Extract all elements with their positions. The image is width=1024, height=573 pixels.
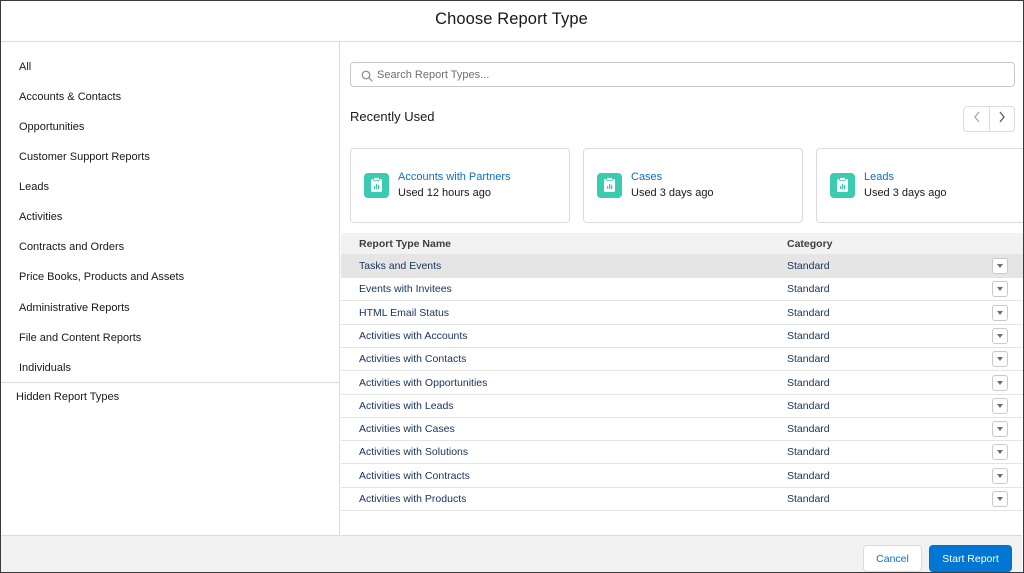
chevron-right-icon [998,110,1006,128]
sidebar-item-leads[interactable]: Leads [19,181,49,193]
recent-card-name[interactable]: Leads [864,171,894,183]
sidebar-item-activities[interactable]: Activities [19,211,62,223]
table-header: Report Type Name Category [341,233,1023,255]
dialog-header: Choose Report Type [1,1,1022,42]
table-row[interactable]: Activities with Accounts Standard [341,325,1023,348]
sidebar-item-price-books[interactable]: Price Books, Products and Assets [19,271,184,283]
sidebar-item-file-content[interactable]: File and Content Reports [19,332,141,344]
row-actions-button[interactable] [992,398,1008,414]
report-type-category: Standard [787,470,830,482]
table-row[interactable]: Activities with Opportunities Standard [341,372,1023,395]
report-type-name[interactable]: Events with Invitees [359,283,452,295]
report-type-name[interactable]: HTML Email Status [359,307,449,319]
table-row[interactable]: Tasks and Events Standard [341,255,1023,278]
recent-card-used: Used 3 days ago [631,187,714,199]
recent-card-name[interactable]: Accounts with Partners [398,171,511,183]
sidebar-item-all[interactable]: All [19,61,31,73]
sidebar-divider [1,382,340,383]
report-type-category: Standard [787,330,830,342]
sidebar-item-accounts-contacts[interactable]: Accounts & Contacts [19,91,121,103]
table-row[interactable]: HTML Email Status Standard [341,302,1023,325]
next-button[interactable] [989,107,1014,131]
row-actions-button[interactable] [992,375,1008,391]
sidebar-item-individuals[interactable]: Individuals [19,362,71,374]
row-actions-button[interactable] [992,444,1008,460]
chevron-down-icon [996,380,1004,386]
chevron-down-icon [996,356,1004,362]
table-row[interactable]: Activities with Contracts Standard [341,465,1023,488]
sidebar-item-contracts-orders[interactable]: Contracts and Orders [19,241,124,253]
search-box[interactable] [350,62,1015,87]
report-icon [597,173,622,198]
report-type-name[interactable]: Activities with Opportunities [359,377,487,389]
sidebar-item-opportunities[interactable]: Opportunities [19,121,84,133]
report-type-name[interactable]: Activities with Leads [359,400,454,412]
chevron-down-icon [996,263,1004,269]
row-actions-button[interactable] [992,468,1008,484]
table-row[interactable]: Events with Invitees Standard [341,278,1023,301]
report-type-name[interactable]: Activities with Products [359,493,466,505]
report-type-category: Standard [787,353,830,365]
report-type-name[interactable]: Activities with Solutions [359,446,468,458]
row-actions-button[interactable] [992,351,1008,367]
report-type-category: Standard [787,307,830,319]
report-type-category: Standard [787,423,830,435]
search-icon [361,69,373,81]
report-type-category: Standard [787,400,830,412]
chevron-down-icon [996,333,1004,339]
chevron-down-icon [996,286,1004,292]
column-header-category[interactable]: Category [787,238,833,250]
recent-card[interactable]: Cases Used 3 days ago [583,148,803,223]
chevron-down-icon [996,310,1004,316]
sidebar-item-administrative[interactable]: Administrative Reports [19,302,130,314]
report-type-category: Standard [787,446,830,458]
category-sidebar: All Accounts & Contacts Opportunities Cu… [1,42,340,535]
report-icon [364,173,389,198]
chevron-down-icon [996,403,1004,409]
row-actions-button[interactable] [992,421,1008,437]
column-header-name[interactable]: Report Type Name [359,238,451,250]
recent-card-used: Used 3 days ago [864,187,947,199]
report-type-name[interactable]: Activities with Contracts [359,470,470,482]
report-type-name[interactable]: Activities with Contacts [359,353,466,365]
row-actions-button[interactable] [992,281,1008,297]
previous-button[interactable] [964,107,989,131]
report-type-name[interactable]: Activities with Accounts [359,330,468,342]
report-type-category: Standard [787,260,830,272]
recent-pager [963,106,1015,132]
sidebar-item-customer-support[interactable]: Customer Support Reports [19,151,150,163]
chevron-down-icon [996,496,1004,502]
row-actions-button[interactable] [992,328,1008,344]
report-type-name[interactable]: Activities with Cases [359,423,455,435]
main-panel: Recently Used Accounts with Partners Use… [341,42,1023,535]
report-icon [830,173,855,198]
sidebar-item-hidden-report-types[interactable]: Hidden Report Types [16,391,119,403]
table-row[interactable]: Activities with Products Standard [341,488,1023,511]
table-row[interactable]: Activities with Leads Standard [341,395,1023,418]
dialog-title: Choose Report Type [1,1,1022,37]
chevron-down-icon [996,473,1004,479]
report-type-name[interactable]: Tasks and Events [359,260,441,272]
table-row[interactable]: Activities with Cases Standard [341,418,1023,441]
report-type-category: Standard [787,283,830,295]
report-type-category: Standard [787,377,830,389]
recent-card[interactable]: Leads Used 3 days ago [816,148,1023,223]
report-type-category: Standard [787,493,830,505]
table-row[interactable]: Activities with Solutions Standard [341,441,1023,464]
chevron-left-icon [973,110,981,128]
start-report-button[interactable]: Start Report [929,545,1012,572]
row-actions-button[interactable] [992,305,1008,321]
recently-used-heading: Recently Used [350,109,435,124]
search-input[interactable] [377,65,997,85]
recent-card[interactable]: Accounts with Partners Used 12 hours ago [350,148,570,223]
chevron-down-icon [996,449,1004,455]
recent-card-used: Used 12 hours ago [398,187,491,199]
row-actions-button[interactable] [992,258,1008,274]
row-actions-button[interactable] [992,491,1008,507]
table-row[interactable]: Activities with Contacts Standard [341,348,1023,371]
cancel-button[interactable]: Cancel [863,545,922,572]
chevron-down-icon [996,426,1004,432]
recent-card-name[interactable]: Cases [631,171,662,183]
